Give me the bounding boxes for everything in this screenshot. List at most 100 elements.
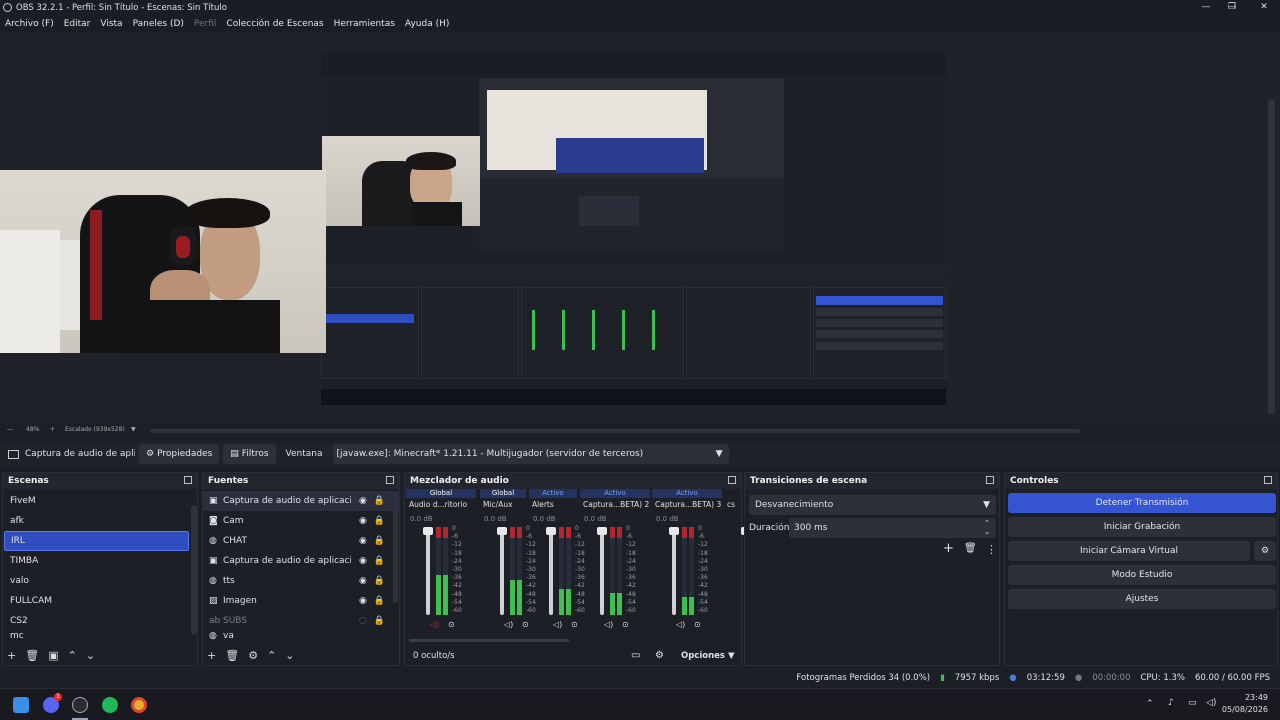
- fader-handle[interactable]: [546, 527, 556, 535]
- scene-item[interactable]: CS2: [4, 611, 189, 631]
- mixer-channel-name[interactable]: Mic/Aux: [483, 500, 529, 509]
- stop-stream-button[interactable]: Detener Transmisión: [1008, 493, 1276, 513]
- more-icon[interactable]: ⋮: [986, 543, 997, 556]
- trash-icon[interactable]: 🗑: [225, 649, 239, 662]
- lock-icon[interactable]: 🔒: [374, 616, 385, 626]
- mute-icon[interactable]: ◁): [553, 620, 562, 629]
- source-item[interactable]: ◙ Cam ◉ 🔒: [203, 511, 399, 531]
- close-button[interactable]: ✕: [1248, 0, 1280, 15]
- mixer-scrollbar[interactable]: [409, 639, 569, 642]
- scenes-scrollbar[interactable]: [191, 505, 197, 635]
- mixer-channel-name[interactable]: cs: [727, 500, 743, 509]
- popout-icon[interactable]: [386, 476, 394, 484]
- monitor-icon[interactable]: ⊙: [448, 620, 455, 629]
- settings-button[interactable]: Ajustes: [1008, 589, 1276, 609]
- fader-handle[interactable]: [669, 527, 679, 535]
- lock-icon[interactable]: 🔒: [374, 516, 385, 526]
- layout-icon[interactable]: ▭: [631, 650, 640, 661]
- eye-icon[interactable]: ◉: [359, 576, 367, 586]
- source-item[interactable]: ◍ CHAT ◉ 🔒: [203, 531, 399, 551]
- source-item[interactable]: ◍ va: [203, 631, 399, 641]
- menu-perfil[interactable]: Perfil: [189, 19, 222, 29]
- add-icon[interactable]: +: [207, 649, 216, 662]
- scale-dropdown-icon[interactable]: ▼: [131, 426, 136, 433]
- mute-icon[interactable]: ◁): [430, 620, 439, 629]
- preview-canvas[interactable]: [321, 53, 946, 405]
- monitor-icon[interactable]: ⊙: [622, 620, 629, 629]
- menu-editar[interactable]: Editar: [59, 19, 96, 29]
- source-item[interactable]: ◍ tts ◉ 🔒: [203, 571, 399, 591]
- windows-start-icon[interactable]: [13, 697, 29, 713]
- fader-handle[interactable]: [597, 527, 607, 535]
- transition-select[interactable]: Desvanecimiento ▼: [749, 495, 996, 515]
- scene-item[interactable]: afk: [4, 511, 189, 531]
- monitor-icon[interactable]: ⊙: [522, 620, 529, 629]
- scene-item[interactable]: TIMBA: [4, 551, 189, 571]
- menu-paneles[interactable]: Paneles (D): [128, 19, 189, 29]
- obs-icon[interactable]: [72, 697, 88, 713]
- volume-fader[interactable]: [500, 527, 504, 615]
- popout-icon[interactable]: [184, 476, 192, 484]
- zoom-out-button[interactable]: —: [7, 426, 13, 433]
- fader-handle[interactable]: [497, 527, 507, 535]
- duration-input[interactable]: 300 ms ⌃ ⌄: [789, 518, 996, 538]
- gear-icon[interactable]: ⚙: [248, 649, 258, 662]
- eye-icon[interactable]: ◉: [359, 596, 367, 606]
- add-icon[interactable]: +: [943, 541, 954, 556]
- volume-fader[interactable]: [672, 527, 676, 615]
- monitor-icon[interactable]: ⊙: [694, 620, 701, 629]
- menu-herramientas[interactable]: Herramientas: [329, 19, 400, 29]
- popout-icon[interactable]: [1264, 476, 1272, 484]
- volume-fader[interactable]: [426, 527, 430, 615]
- eye-hidden-icon[interactable]: ◌: [359, 616, 367, 626]
- eye-icon[interactable]: ◉: [359, 536, 367, 546]
- add-icon[interactable]: +: [7, 649, 16, 662]
- scene-item-selected[interactable]: IRL: [4, 531, 189, 551]
- menu-ayuda[interactable]: Ayuda (H): [400, 19, 454, 29]
- scene-item[interactable]: mc: [4, 631, 189, 641]
- preview-scrollbar-h[interactable]: [150, 429, 1080, 433]
- lock-icon[interactable]: 🔒: [374, 576, 385, 586]
- studio-mode-button[interactable]: Modo Estudio: [1008, 565, 1276, 585]
- sources-scrollbar[interactable]: [393, 493, 398, 603]
- fader-handle[interactable]: [423, 527, 433, 535]
- mixer-channel-name[interactable]: Alerts: [532, 500, 580, 509]
- monitor-icon[interactable]: ⊙: [571, 620, 578, 629]
- chevron-down-icon[interactable]: ⌄: [285, 649, 294, 662]
- scene-item[interactable]: FiveM: [4, 491, 189, 511]
- mixer-channel-name[interactable]: Audio d...ritorio: [409, 500, 479, 509]
- spotify-icon[interactable]: [102, 697, 118, 713]
- volume-icon[interactable]: ◁): [1206, 698, 1216, 708]
- mute-icon[interactable]: ◁): [504, 620, 513, 629]
- filters-button[interactable]: ▤ Filtros: [223, 444, 276, 464]
- eye-icon[interactable]: ◉: [359, 496, 367, 506]
- stepper-icon[interactable]: ⌃ ⌄: [984, 519, 990, 537]
- volume-fader[interactable]: [549, 527, 553, 615]
- eye-icon[interactable]: ◉: [359, 556, 367, 566]
- chevron-up-icon[interactable]: ⌃: [68, 649, 77, 662]
- lock-icon[interactable]: 🔒: [374, 596, 385, 606]
- mute-icon[interactable]: ◁): [676, 620, 685, 629]
- lock-icon[interactable]: 🔒: [374, 536, 385, 546]
- source-item[interactable]: ▨ Imagen ◉ 🔒: [203, 591, 399, 611]
- filter-icon[interactable]: ▣: [48, 649, 58, 662]
- menu-coleccion[interactable]: Colección de Escenas: [221, 19, 328, 29]
- zoom-in-button[interactable]: +: [50, 426, 55, 433]
- preview-scrollbar-v[interactable]: [1268, 99, 1275, 414]
- mute-icon[interactable]: ◁): [604, 620, 613, 629]
- source-item[interactable]: ▣Captura de audio de aplicación (E◉🔒: [203, 551, 399, 571]
- volume-fader[interactable]: [600, 527, 604, 615]
- trash-icon[interactable]: 🗑: [25, 649, 39, 662]
- menu-vista[interactable]: Vista: [95, 19, 127, 29]
- menu-archivo[interactable]: Archivo (F): [0, 19, 59, 29]
- mic-icon[interactable]: ♪: [1168, 698, 1174, 708]
- properties-button[interactable]: ⚙ Propiedades: [139, 444, 220, 464]
- trash-icon[interactable]: 🗑: [964, 543, 977, 554]
- source-item[interactable]: ab SUBS ◌ 🔒: [203, 611, 399, 631]
- chevron-up-icon[interactable]: ⌃: [267, 649, 276, 662]
- network-icon[interactable]: ▭: [1188, 698, 1197, 708]
- scene-item[interactable]: FULLCAM: [4, 591, 189, 611]
- eye-icon[interactable]: ◉: [359, 516, 367, 526]
- mixer-settings-icon[interactable]: ⚙: [655, 650, 664, 661]
- mixer-channel-name[interactable]: Captura...BETA) 2: [583, 500, 653, 509]
